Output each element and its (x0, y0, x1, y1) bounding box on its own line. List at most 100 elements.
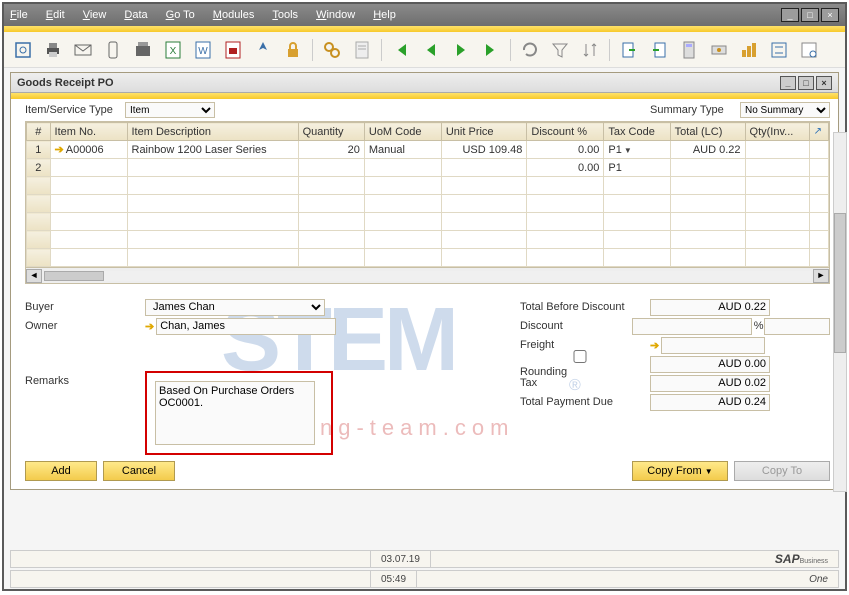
app-close-button[interactable]: × (821, 8, 839, 22)
col-uom[interactable]: UoM Code (364, 123, 441, 141)
layout-icon[interactable] (798, 39, 820, 61)
link-arrow-icon[interactable]: ➔ (55, 144, 64, 156)
link-arrow-icon[interactable]: ➔ (650, 339, 659, 352)
target-doc-icon[interactable] (648, 39, 670, 61)
menu-goto[interactable]: Go To (166, 9, 195, 21)
last-record-icon[interactable] (480, 39, 502, 61)
col-num[interactable]: # (27, 123, 51, 141)
col-qtyinv[interactable]: Qty(Inv... (745, 123, 809, 141)
menu-file[interactable]: File (10, 9, 28, 21)
grid-row[interactable]: 1 ➔A00006 Rainbow 1200 Laser Series 20 M… (27, 141, 829, 159)
scroll-track[interactable] (44, 271, 811, 281)
refresh-icon[interactable] (519, 39, 541, 61)
subwin-maximize-button[interactable]: □ (798, 76, 814, 90)
launch-icon[interactable] (252, 39, 274, 61)
excel-icon[interactable]: X (162, 39, 184, 61)
status-time: 05:49 (371, 571, 417, 587)
vscroll-thumb[interactable] (834, 213, 846, 353)
prev-record-icon[interactable] (420, 39, 442, 61)
grid-row[interactable] (27, 177, 829, 195)
find-icon[interactable] (321, 39, 343, 61)
rounding-field[interactable] (650, 356, 770, 373)
app-maximize-button[interactable]: □ (801, 8, 819, 22)
preview-icon[interactable] (12, 39, 34, 61)
col-disc[interactable]: Discount % (527, 123, 604, 141)
menu-edit[interactable]: Edit (46, 9, 65, 21)
sort-icon[interactable] (579, 39, 601, 61)
expand-grid-icon[interactable]: ↗ (809, 123, 828, 141)
app-vscrollbar[interactable] (833, 132, 847, 492)
chevron-down-icon: ▼ (705, 467, 713, 476)
buyer-select[interactable]: James Chan (145, 299, 325, 316)
owner-label: Owner (25, 320, 145, 332)
menu-modules[interactable]: Modules (213, 9, 255, 21)
col-tax[interactable]: Tax Code (604, 123, 670, 141)
trans-icon[interactable] (768, 39, 790, 61)
status-cell-1 (11, 551, 371, 567)
fax-icon[interactable] (132, 39, 154, 61)
total-due-field[interactable] (650, 394, 770, 411)
next-record-icon[interactable] (450, 39, 472, 61)
total-before-field[interactable] (650, 299, 770, 316)
summary-type-label: Summary Type (650, 104, 740, 116)
payment-icon[interactable] (708, 39, 730, 61)
dropdown-icon[interactable]: ▼ (624, 146, 632, 155)
menu-window[interactable]: Window (316, 9, 355, 21)
pdf-icon[interactable] (222, 39, 244, 61)
discount-value-field[interactable] (764, 318, 830, 335)
remarks-textarea[interactable]: Based On Purchase Orders OC0001. (155, 381, 315, 445)
add-button[interactable]: Add (25, 461, 97, 481)
subwindow-titlebar[interactable]: Goods Receipt PO _ □ × (11, 73, 838, 93)
item-service-select[interactable]: Item (125, 102, 215, 118)
tax-field[interactable] (650, 375, 770, 392)
calc-icon[interactable] (678, 39, 700, 61)
sap-sublogo: One (809, 574, 838, 585)
menu-help[interactable]: Help (373, 9, 396, 21)
owner-field[interactable] (156, 318, 336, 335)
col-qty[interactable]: Quantity (298, 123, 364, 141)
grid-row[interactable] (27, 231, 829, 249)
subwin-close-button[interactable]: × (816, 76, 832, 90)
menubar: File Edit View Data Go To Modules Tools … (4, 4, 845, 26)
grid-row[interactable]: 2 0.00 P1 (27, 159, 829, 177)
base-doc-icon[interactable] (618, 39, 640, 61)
first-record-icon[interactable] (390, 39, 412, 61)
status-cell-2 (11, 571, 371, 587)
scroll-thumb[interactable] (44, 271, 104, 281)
word-icon[interactable]: W (192, 39, 214, 61)
sms-icon[interactable] (102, 39, 124, 61)
filter-icon[interactable] (549, 39, 571, 61)
app-minimize-button[interactable]: _ (781, 8, 799, 22)
copy-to-button[interactable]: Copy To (734, 461, 830, 481)
link-arrow-icon[interactable]: ➔ (145, 320, 154, 333)
scroll-left-button[interactable]: ◄ (26, 269, 42, 283)
cancel-button[interactable]: Cancel (103, 461, 175, 481)
col-desc[interactable]: Item Description (127, 123, 298, 141)
items-grid: # Item No. Item Description Quantity UoM… (25, 121, 830, 284)
subwin-minimize-button[interactable]: _ (780, 76, 796, 90)
col-price[interactable]: Unit Price (441, 123, 527, 141)
grid-row[interactable] (27, 213, 829, 231)
email-icon[interactable] (72, 39, 94, 61)
menu-data[interactable]: Data (124, 9, 147, 21)
grid-hscrollbar[interactable]: ◄ ► (26, 267, 829, 283)
rounding-checkbox[interactable] (520, 350, 640, 363)
menu-view[interactable]: View (83, 9, 107, 21)
status-date: 03.07.19 (371, 551, 431, 567)
grid-row[interactable] (27, 195, 829, 213)
col-total[interactable]: Total (LC) (670, 123, 745, 141)
print-icon[interactable] (42, 39, 64, 61)
document-icon[interactable] (351, 39, 373, 61)
lock-icon[interactable] (282, 39, 304, 61)
scroll-right-button[interactable]: ► (813, 269, 829, 283)
menu-tools[interactable]: Tools (272, 9, 298, 21)
tax-label: Tax (520, 377, 650, 389)
grid-row[interactable] (27, 249, 829, 267)
freight-field[interactable] (661, 337, 765, 354)
summary-type-select[interactable]: No Summary (740, 102, 830, 118)
copy-from-button[interactable]: Copy From ▼ (632, 461, 728, 481)
volume-icon[interactable] (738, 39, 760, 61)
col-itemno[interactable]: Item No. (50, 123, 127, 141)
discount-pct-field[interactable] (632, 318, 752, 335)
main-toolbar: X W (4, 32, 845, 68)
